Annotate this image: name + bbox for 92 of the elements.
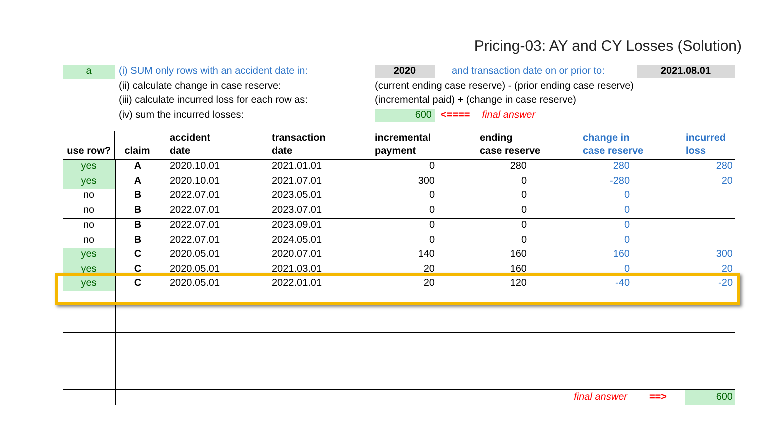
column-header: use row? <box>66 144 111 158</box>
table-cell: 0 <box>624 264 630 275</box>
column-header: incurred loss <box>686 132 726 156</box>
formula-text: (incremental paid) + (change in case reserve) <box>375 94 576 108</box>
question-tag: a <box>63 64 115 79</box>
table-cell: 2020.05.01 <box>170 264 220 275</box>
table-cell: 2022.07.01 <box>170 220 220 232</box>
table-cell: A <box>134 176 142 187</box>
table-cell: 2024.05.01 <box>272 234 322 246</box>
table-cell: 20 <box>424 264 435 275</box>
use-row-cell-text: no <box>82 219 96 233</box>
table-cell: 280 <box>716 161 733 172</box>
use-row-cell: yes <box>63 276 115 291</box>
table-cell: 2023.07.01 <box>272 204 322 216</box>
table-cell: 2023.05.01 <box>272 190 322 202</box>
table-cell: 2020.07.01 <box>272 249 322 260</box>
instruction-text: (iv) sum the incurred losses: <box>119 110 244 121</box>
table-cell: B <box>134 234 142 246</box>
table-cell: 280 <box>613 161 630 172</box>
column-header: claim <box>124 146 150 156</box>
arrow-text: <==== <box>441 108 470 123</box>
table-cell: -280 <box>610 176 630 187</box>
table-cell: 300 <box>716 249 733 260</box>
table-cell: 0 <box>521 220 527 232</box>
answer-field: 600 <box>375 108 435 122</box>
table-cell: 0 <box>521 234 527 246</box>
table-cell: B <box>134 220 142 232</box>
table-cell: 2020.05.01 <box>170 249 220 260</box>
table-cell: -20 <box>718 278 733 290</box>
use-row-cell: yes <box>63 160 115 174</box>
table-cell: 300 <box>418 176 435 187</box>
use-row-cell-text: no <box>82 234 96 248</box>
column-header: incremental payment <box>375 132 432 156</box>
table-cell: 0 <box>429 190 435 202</box>
table-cell: C <box>134 249 142 260</box>
table-cell: C <box>134 278 142 290</box>
table-cell: 2021.03.01 <box>272 264 322 275</box>
table-cell: 160 <box>510 249 527 260</box>
table-cell: 2022.07.01 <box>170 190 220 202</box>
table-cell: 0 <box>624 204 630 216</box>
table-cell: 280 <box>510 161 527 172</box>
table-cell: 2023.09.01 <box>272 220 322 232</box>
table-cell: 2022.07.01 <box>170 234 220 246</box>
table-cell: 20 <box>722 176 733 187</box>
table-cell: 0 <box>429 204 435 216</box>
final-answer-label: final answer <box>574 391 628 405</box>
table-cell: 2022.07.01 <box>170 204 220 216</box>
table-cell: 0 <box>521 176 527 187</box>
table-cell: 0 <box>429 161 435 172</box>
table-cell: B <box>134 190 142 202</box>
table-cell: 0 <box>624 234 630 246</box>
table-cell: A <box>134 161 142 172</box>
table-cell: 2022.01.01 <box>272 278 322 290</box>
table-cell: 0 <box>624 220 630 232</box>
table-cell: 2020.10.01 <box>170 161 220 172</box>
table-cell: 0 <box>429 234 435 246</box>
table-cell: -40 <box>616 278 630 290</box>
column-header: change in case reserve <box>583 132 644 156</box>
page-title: Pricing-03: AY and CY Losses (Solution) <box>474 37 742 57</box>
column-header: accident date <box>170 132 211 156</box>
table-cell: 2020.10.01 <box>170 176 220 187</box>
table-cell: 2021.01.01 <box>272 161 322 172</box>
table-cell: 2020.05.01 <box>170 278 220 290</box>
table-cell: 0 <box>521 190 527 202</box>
table-cell: 140 <box>418 249 435 260</box>
final-answer-field: 600 <box>685 390 735 405</box>
use-row-cell-text: no <box>82 189 96 203</box>
table-cell: 20 <box>424 278 435 290</box>
table-cell: 20 <box>722 264 733 275</box>
table-cell: 0 <box>624 190 630 202</box>
accident-year-field[interactable]: 2020 <box>375 65 435 78</box>
instruction-text: (iii) calculate incurred loss for each row as: <box>119 95 308 106</box>
formula-text: (current ending case reserve) - (prior ending case reserve) <box>375 80 634 94</box>
table-cell: 0 <box>521 204 527 216</box>
table-cell: 160 <box>510 264 527 275</box>
table-cell: 0 <box>429 220 435 232</box>
arrow-text: ==> <box>649 391 667 405</box>
transaction-date-field[interactable]: 2021.08.01 <box>637 65 735 78</box>
instruction-text: (i) SUM only rows with an accident date in: <box>119 66 308 78</box>
table-cell: 120 <box>510 278 527 290</box>
use-row-cell: yes <box>63 174 115 188</box>
table-cell: C <box>134 264 142 275</box>
column-header: transaction date <box>272 132 326 156</box>
use-row-cell: yes <box>63 248 115 262</box>
table-cell: 2021.07.01 <box>272 176 322 187</box>
instruction-text: and transaction date on or prior to: <box>452 66 605 78</box>
table-cell: 160 <box>613 249 630 260</box>
use-row-cell-text: no <box>82 204 96 218</box>
answer-note: final answer <box>482 108 536 123</box>
table-cell: B <box>134 204 142 216</box>
instruction-text: (ii) calculate change in case reserve: <box>119 80 282 92</box>
column-header: ending case reserve <box>480 132 541 156</box>
